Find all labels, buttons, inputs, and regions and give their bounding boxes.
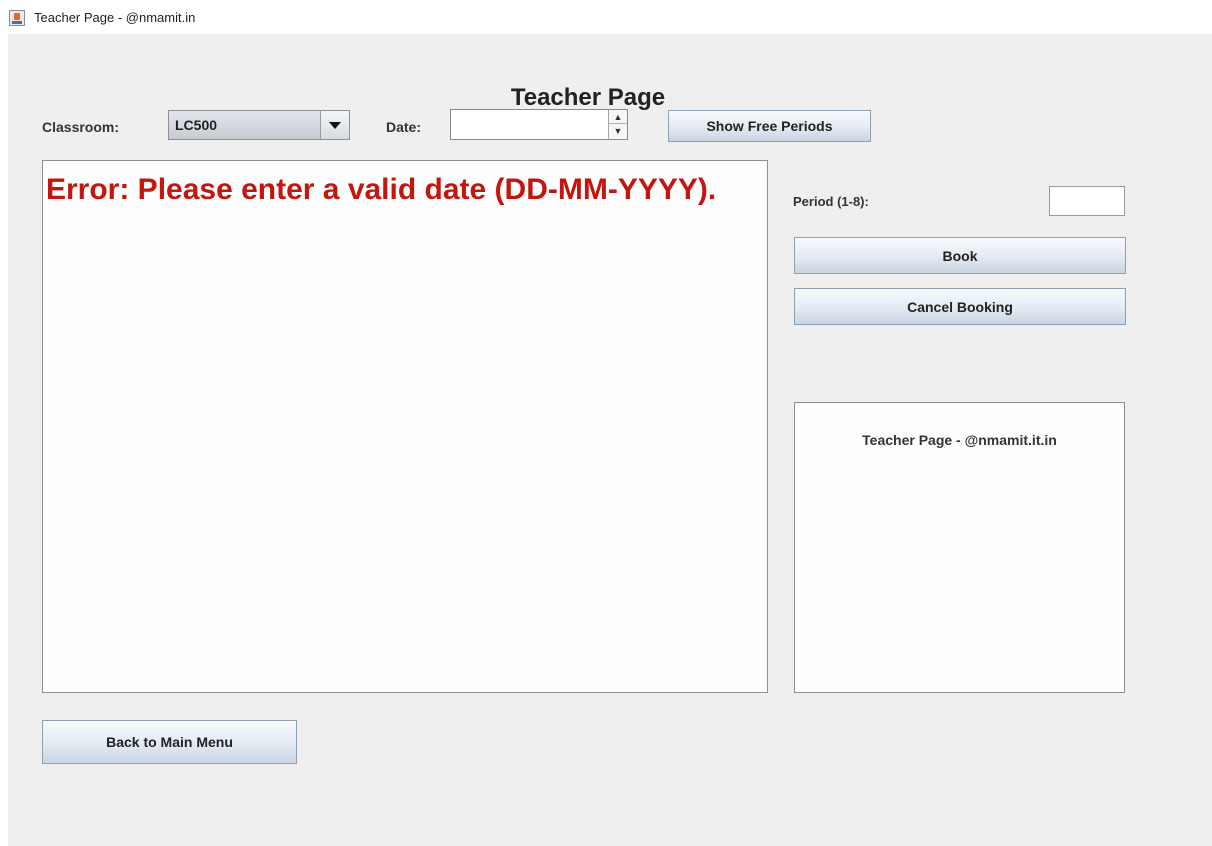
classroom-label: Classroom: (42, 119, 120, 135)
cancel-booking-button[interactable]: Cancel Booking (794, 288, 1126, 325)
date-input[interactable] (451, 110, 607, 139)
spinner-down-arrow-icon[interactable]: ▼ (609, 124, 627, 138)
error-message: Error: Please enter a valid date (DD-MM-… (46, 173, 717, 206)
spinner-up-arrow-icon[interactable]: ▲ (609, 110, 627, 124)
date-spinner-buttons: ▲ ▼ (608, 110, 627, 139)
window-content: Teacher Page Classroom: LC500 Date: ▲ ▼ … (8, 34, 1212, 846)
show-free-periods-button[interactable]: Show Free Periods (668, 110, 871, 142)
period-label: Period (1-8): (793, 194, 869, 209)
output-text-area[interactable]: Error: Please enter a valid date (DD-MM-… (42, 160, 768, 693)
chevron-down-icon[interactable] (320, 111, 349, 139)
book-button[interactable]: Book (794, 237, 1126, 274)
window-title: Teacher Page - @nmamit.in (34, 10, 196, 25)
date-spinner[interactable]: ▲ ▼ (450, 109, 628, 140)
window-titlebar: Teacher Page - @nmamit.in (0, 0, 1212, 34)
page-title: Teacher Page (510, 84, 666, 111)
java-app-icon (9, 10, 25, 26)
period-input[interactable] (1049, 186, 1125, 216)
classroom-selected-value: LC500 (175, 117, 218, 133)
info-panel-text: Teacher Page - @nmamit.it.in (862, 432, 1057, 448)
back-to-main-menu-button[interactable]: Back to Main Menu (42, 720, 297, 764)
info-panel: Teacher Page - @nmamit.it.in (794, 402, 1125, 693)
date-label: Date: (386, 119, 422, 135)
classroom-dropdown[interactable]: LC500 (168, 110, 350, 140)
